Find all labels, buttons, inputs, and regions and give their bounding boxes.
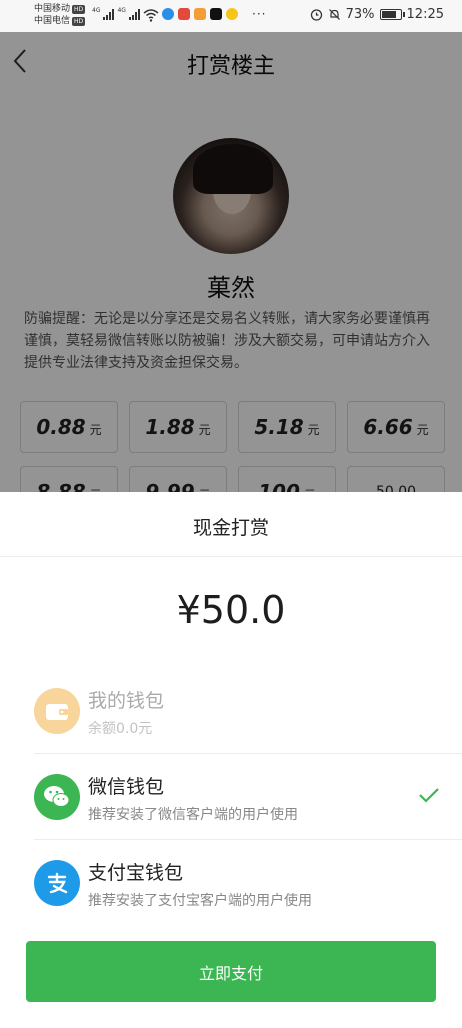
red-app-icon <box>178 8 190 20</box>
divider <box>0 556 462 557</box>
checkmark-icon <box>419 788 439 803</box>
wechat-icon <box>34 774 80 820</box>
sheet-title: 现金打赏 <box>192 517 269 539</box>
payment-method-desc: 推荐安装了微信客户端的用户使用 <box>88 807 298 823</box>
signal-icon <box>128 8 140 20</box>
tiktok-icon <box>210 8 222 20</box>
wallet-icon <box>34 688 80 734</box>
payment-method-alipay[interactable]: 支付宝钱包 推荐安装了支付宝客户端的用户使用 <box>0 840 462 926</box>
signal-icons: 4G 4G <box>92 8 140 20</box>
clock: 12:25 <box>406 7 444 22</box>
payment-method-name: 微信钱包 <box>88 776 165 798</box>
star-icon <box>226 8 238 20</box>
pay-now-button[interactable]: 立即支付 <box>26 941 436 1002</box>
mute-icon <box>328 9 340 20</box>
payment-sheet: 现金打赏 ¥50.0 我的钱包 余额0.0元 微信钱包 推荐安装了微信客户端的用… <box>0 492 462 1028</box>
carrier-1-label: 中国移动 <box>34 4 71 14</box>
payment-amount: ¥50.0 <box>176 588 286 632</box>
wifi-icon <box>143 9 159 22</box>
network-tag-1: 4G <box>92 7 101 14</box>
browser-icon <box>162 8 174 20</box>
battery-icon <box>379 9 405 20</box>
status-right: 73% 12:25 <box>310 7 444 22</box>
battery-percent: 73% <box>345 7 375 22</box>
alipay-icon <box>34 860 80 906</box>
payment-method-desc: 余额0.0元 <box>88 721 153 737</box>
payment-method-desc: 推荐安装了支付宝客户端的用户使用 <box>88 893 312 909</box>
payment-method-name: 我的钱包 <box>88 690 165 712</box>
payment-method-wechat[interactable]: 微信钱包 推荐安装了微信客户端的用户使用 <box>0 754 462 840</box>
notification-icons <box>162 8 238 20</box>
carrier-info: 中国移动 HD 中国电信 HD <box>34 3 86 27</box>
more-notifications-icon: ··· <box>252 7 267 21</box>
alarm-icon <box>310 9 322 21</box>
payment-method-wallet[interactable]: 我的钱包 余额0.0元 <box>0 668 462 754</box>
network-tag-2: 4G <box>117 7 126 14</box>
status-bar: 中国移动 HD 中国电信 HD 4G 4G ··· 73% 12:25 <box>0 0 462 32</box>
carrier-2-label: 中国电信 <box>34 16 71 26</box>
weibo-icon <box>194 8 206 20</box>
signal-icon <box>103 8 115 20</box>
hd-badge-1: HD <box>72 4 86 14</box>
hd-badge-2: HD <box>72 16 86 26</box>
payment-method-name: 支付宝钱包 <box>88 862 184 884</box>
modal-backdrop[interactable] <box>0 32 462 492</box>
